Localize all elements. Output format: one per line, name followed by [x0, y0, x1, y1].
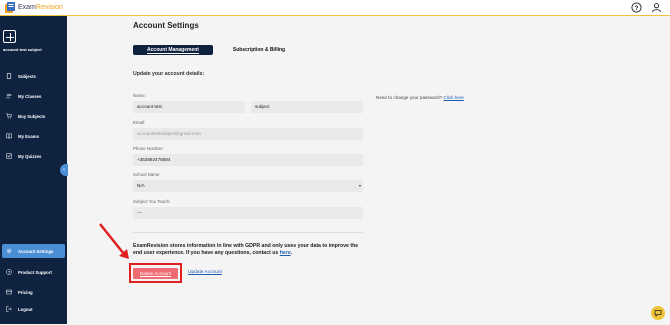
- gdpr-notice: ExamRevision stores information in line …: [133, 243, 359, 257]
- gear-icon: [6, 248, 12, 254]
- change-password-prompt: Need to change your password? Click here: [376, 95, 464, 100]
- phone-icon: [6, 73, 12, 79]
- top-bar: ExamRevision ?: [0, 0, 670, 16]
- sidebar-item-my-quizzes[interactable]: My Quizzes: [0, 149, 67, 163]
- sidebar-item-label: My Quizzes: [18, 153, 42, 159]
- sidebar-item-label: Account Settings: [18, 248, 54, 254]
- sidebar-item-subjects[interactable]: Subjects: [0, 69, 67, 83]
- sidebar-item-logout[interactable]: Logout: [0, 302, 67, 316]
- last-name-field[interactable]: subject: [251, 101, 363, 113]
- sidebar-item-label: Buy Subjects: [18, 113, 46, 119]
- chevron-down-icon: ▾: [358, 183, 361, 188]
- change-password-link[interactable]: Click here: [443, 95, 463, 100]
- card-icon: [6, 289, 12, 295]
- sidebar-item-my-classes[interactable]: My Classes: [0, 89, 67, 103]
- subject-field[interactable]: ---: [133, 207, 363, 219]
- logo-icon: [5, 2, 15, 13]
- name-label: Name:: [133, 93, 146, 98]
- sidebar-item-my-exams[interactable]: My Exams: [0, 129, 67, 143]
- sidebar-item-product-support[interactable]: ? Product Support: [0, 265, 67, 279]
- delete-account-button[interactable]: Delete Account: [133, 268, 178, 279]
- current-subject-name: account test subject: [3, 47, 42, 52]
- divider: [133, 232, 363, 233]
- subject-label: Subject You Teach:: [133, 199, 171, 204]
- sidebar-item-label: My Exams: [18, 133, 40, 139]
- page-title: Account Settings: [133, 21, 199, 30]
- book-icon: [6, 133, 12, 139]
- sidebar-collapse-button[interactable]: ‹: [60, 164, 68, 176]
- chat-icon: [654, 310, 662, 317]
- help-icon[interactable]: ?: [631, 2, 642, 13]
- app-name: ExamRevision: [18, 4, 63, 11]
- help-icon: ?: [6, 269, 12, 275]
- school-select-value: N/A: [137, 183, 145, 188]
- tab-subscription-billing[interactable]: Subscription & Billing: [224, 45, 294, 55]
- phone-label: Phone Number:: [133, 146, 164, 151]
- first-name-field[interactable]: account test: [133, 101, 245, 113]
- phone-field[interactable]: +353892476684: [133, 154, 363, 166]
- email-field: accounttestsubject@gmail.com: [133, 128, 363, 140]
- chevron-left-icon: ‹: [63, 167, 65, 173]
- svg-text:?: ?: [8, 270, 11, 274]
- checkbox-icon: [6, 153, 12, 159]
- cart-icon: [6, 113, 12, 119]
- people-icon: [6, 93, 12, 99]
- section-title: Update your account details:: [133, 71, 205, 77]
- chat-button[interactable]: [651, 306, 665, 320]
- logout-icon: [6, 306, 12, 312]
- annotation-arrow-icon: [99, 223, 129, 259]
- user-icon[interactable]: [651, 2, 662, 13]
- update-account-button[interactable]: Update Account: [188, 270, 222, 275]
- sidebar-item-account-settings[interactable]: Account Settings: [2, 244, 65, 258]
- school-select[interactable]: N/A ▾: [133, 180, 363, 192]
- app-logo[interactable]: ExamRevision: [5, 2, 63, 13]
- sidebar-item-label: Logout: [18, 306, 33, 312]
- sidebar-item-pricing[interactable]: Pricing: [0, 285, 67, 299]
- email-label: Email:: [133, 120, 146, 125]
- contact-link[interactable]: here: [280, 250, 291, 256]
- sidebar: account test subject Subjects My Classes…: [0, 16, 67, 324]
- tab-account-management[interactable]: Account Management: [133, 45, 213, 55]
- sidebar-item-label: Subjects: [18, 73, 36, 79]
- school-label: School Name:: [133, 172, 161, 177]
- sidebar-item-label: Pricing: [18, 289, 33, 295]
- sidebar-item-label: Product Support: [18, 269, 52, 275]
- sidebar-item-buy-subjects[interactable]: Buy Subjects: [0, 109, 67, 123]
- svg-text:?: ?: [635, 5, 639, 12]
- sidebar-item-label: My Classes: [18, 93, 42, 99]
- add-subject-button[interactable]: [3, 30, 16, 43]
